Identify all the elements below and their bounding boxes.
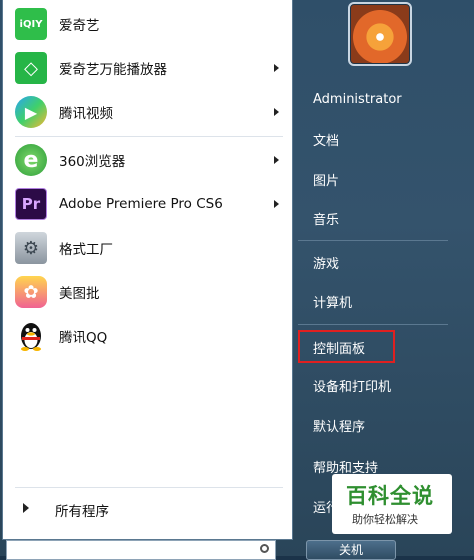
- program-item-meitu[interactable]: ✿ 美图批: [11, 272, 289, 312]
- program-label: 爱奇艺万能播放器: [59, 62, 167, 78]
- program-item-format-factory[interactable]: ⚙ 格式工厂: [11, 228, 289, 268]
- right-item-label: 默认程序: [313, 419, 366, 435]
- right-item-games[interactable]: 游戏: [297, 247, 447, 277]
- submenu-arrow-icon[interactable]: [274, 200, 279, 208]
- program-item-360-browser[interactable]: e 360浏览器: [11, 140, 289, 180]
- all-programs-button[interactable]: 所有程序: [11, 495, 289, 523]
- control-panel-highlight: [298, 330, 395, 363]
- premiere-pro-icon: Pr: [15, 188, 47, 220]
- right-item-computer[interactable]: 计算机: [297, 286, 447, 316]
- user-name: Administrator: [313, 91, 402, 107]
- submenu-arrow-icon[interactable]: [274, 108, 279, 116]
- program-item-qq[interactable]: 腾讯QQ: [11, 316, 289, 356]
- watermark-title: 百科全说: [346, 484, 434, 508]
- divider: [298, 240, 448, 241]
- search-icon[interactable]: [260, 544, 269, 553]
- right-item-user[interactable]: Administrator: [297, 84, 447, 114]
- divider: [15, 487, 283, 488]
- right-item-music[interactable]: 音乐: [297, 203, 447, 233]
- user-avatar[interactable]: [348, 2, 412, 66]
- iqiyi-icon: iQIY: [15, 8, 47, 40]
- program-item-iqiyi-player[interactable]: ◇ 爱奇艺万能播放器: [11, 48, 289, 88]
- format-factory-icon: ⚙: [15, 232, 47, 264]
- tencent-video-icon: ▶: [15, 96, 47, 128]
- shutdown-button[interactable]: 关机: [306, 540, 396, 560]
- program-label: 爱奇艺: [59, 18, 100, 34]
- start-menu: iQIY 爱奇艺 ◇ 爱奇艺万能播放器 ▶ 腾讯视频 e 360浏览器 Pr A…: [0, 0, 474, 560]
- watermark-subtitle: 助你轻松解决: [352, 513, 418, 526]
- program-label: 美图批: [59, 286, 100, 302]
- right-item-pictures[interactable]: 图片: [297, 164, 447, 194]
- right-item-label: 游戏: [313, 256, 340, 272]
- program-label: 腾讯视频: [59, 106, 113, 122]
- right-item-label: 图片: [313, 173, 340, 189]
- program-label: Adobe Premiere Pro CS6: [59, 196, 223, 212]
- shutdown-label: 关机: [338, 543, 363, 557]
- program-item-premiere-pro[interactable]: Pr Adobe Premiere Pro CS6: [11, 184, 289, 224]
- submenu-arrow-icon[interactable]: [274, 156, 279, 164]
- watermark-logo: 百科全说 助你轻松解决: [332, 474, 452, 534]
- 360-browser-icon: e: [15, 144, 47, 176]
- right-item-label: 设备和打印机: [313, 379, 392, 395]
- right-item-devices-printers[interactable]: 设备和打印机: [297, 370, 447, 400]
- right-item-label: 计算机: [313, 295, 353, 311]
- program-item-tencent-video[interactable]: ▶ 腾讯视频: [11, 92, 289, 132]
- expand-triangle-icon: [23, 503, 29, 513]
- divider: [15, 136, 283, 137]
- right-item-label: 帮助和支持: [313, 460, 379, 476]
- qq-penguin-graphic: [21, 323, 41, 351]
- right-item-label: 音乐: [313, 212, 340, 228]
- program-label: 360浏览器: [59, 154, 126, 170]
- right-item-label: 文档: [313, 133, 340, 149]
- program-label: 腾讯QQ: [59, 330, 108, 346]
- divider: [298, 324, 448, 325]
- submenu-arrow-icon[interactable]: [274, 64, 279, 72]
- program-item-iqiyi[interactable]: iQIY 爱奇艺: [11, 4, 289, 44]
- program-label: 格式工厂: [59, 242, 113, 258]
- iqiyi-player-icon: ◇: [15, 52, 47, 84]
- search-input[interactable]: [6, 540, 276, 560]
- all-programs-label: 所有程序: [55, 504, 109, 520]
- meitu-icon: ✿: [15, 276, 47, 308]
- right-item-default-programs[interactable]: 默认程序: [297, 410, 447, 440]
- programs-panel: iQIY 爱奇艺 ◇ 爱奇艺万能播放器 ▶ 腾讯视频 e 360浏览器 Pr A…: [2, 0, 293, 540]
- right-item-documents[interactable]: 文档: [297, 124, 447, 154]
- qq-penguin-icon: [15, 320, 47, 352]
